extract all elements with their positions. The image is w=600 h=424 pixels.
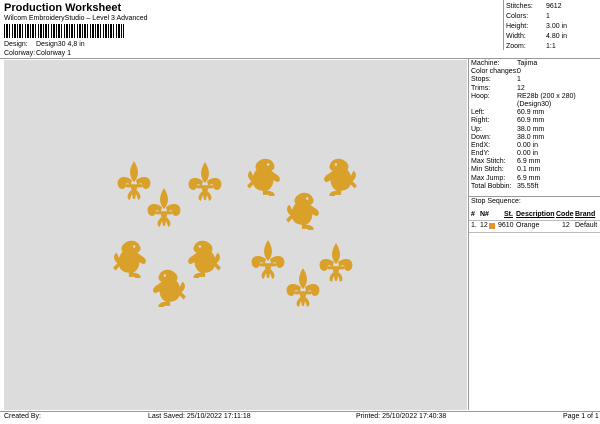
fleur-de-lis-motif [117, 161, 151, 200]
lion-rampant-motif [188, 240, 221, 278]
color-swatch [489, 223, 495, 229]
sequence-header-line [469, 220, 600, 221]
fleur-de-lis-motif [147, 188, 181, 227]
colorway-value: Colorway 1 [36, 50, 72, 57]
info-row: Max Jump: 6.9 mm [471, 174, 541, 182]
info-row: Up: 38.0 mm [471, 125, 545, 133]
design-canvas [4, 60, 467, 410]
stat-row-stitches: Stitches: 9612 [506, 3, 562, 10]
created-by: Created By: [4, 413, 41, 420]
info-row: EndX: 0.00 in [471, 141, 539, 149]
stats-divider [503, 0, 504, 50]
stop-sequence-row: 1. 12 9610 Orange 12 Default [471, 222, 598, 229]
fleur-de-lis-motif [251, 240, 285, 279]
lion-rampant-motif [113, 240, 146, 278]
info-row: Color changes:0 [471, 68, 521, 76]
fleur-de-lis-motif [188, 162, 222, 201]
info-row: Total Bobbin: 35.55ft [471, 182, 539, 190]
stat-row-height: Height: 3.00 in [506, 23, 568, 30]
info-row: (Design30) [517, 100, 552, 108]
info-row: Down: 38.0 mm [471, 133, 545, 141]
stop-sequence-header: # N# St. Description Code Brand [471, 211, 596, 218]
fleur-de-lis-motif [319, 243, 353, 282]
info-row: Stops: 1 [471, 76, 521, 84]
last-saved: Last Saved: 25/10/2022 17:11:18 [148, 413, 251, 420]
info-row: Hoop: RE28b (200 x 280) [471, 92, 576, 100]
panel-divider [468, 58, 469, 410]
info-row: Right: 60.9 mm [471, 117, 545, 125]
info-row: Machine: Tajima [471, 60, 538, 67]
stat-row-width: Width: 4.80 in [506, 33, 568, 40]
fleur-de-lis-motif [286, 268, 320, 307]
info-row: EndY: 0.00 in [471, 150, 539, 158]
info-row: Trims: 12 [471, 84, 525, 92]
design-value: Design30 4,8 in [36, 41, 85, 48]
footer-divider [0, 411, 600, 412]
lion-rampant-motif [286, 192, 319, 230]
stat-row-zoom: Zoom: 1:1 [506, 43, 556, 50]
lion-rampant-motif [324, 158, 357, 196]
design-label: Design: [4, 41, 28, 48]
sequence-divider [469, 196, 600, 197]
lion-rampant-motif [153, 269, 186, 307]
barcode [4, 24, 124, 38]
info-row: Max Stitch: 6.9 mm [471, 158, 541, 166]
stat-row-colors: Colors: 1 [506, 13, 550, 20]
motif-layer [113, 158, 357, 307]
page-title: Production Worksheet [4, 2, 122, 14]
page-number: Page 1 of 1 [563, 413, 599, 420]
header-divider [0, 58, 600, 59]
colorway-label: Colorway: [4, 50, 36, 57]
info-row: Left: 60.9 mm [471, 109, 545, 117]
stop-sequence-label: Stop Sequence: [471, 198, 521, 205]
info-row: Min Stitch: 0.1 mm [471, 166, 541, 174]
stats-block: Stitches: 9612 Colors: 1 Height: 3.00 in Wi… [506, 2, 567, 52]
printed-date: Printed: 25/10/2022 17:40:38 [356, 413, 447, 420]
machine-info-panel: Machine: Tajima Color changes:0 Stops: 1 T… [471, 60, 599, 191]
design-preview [113, 158, 357, 307]
software-subtitle: Wilcom EmbroideryStudio – Level 3 Advanc… [4, 15, 148, 22]
sequence-row-line [469, 232, 600, 233]
lion-rampant-motif [247, 158, 280, 196]
